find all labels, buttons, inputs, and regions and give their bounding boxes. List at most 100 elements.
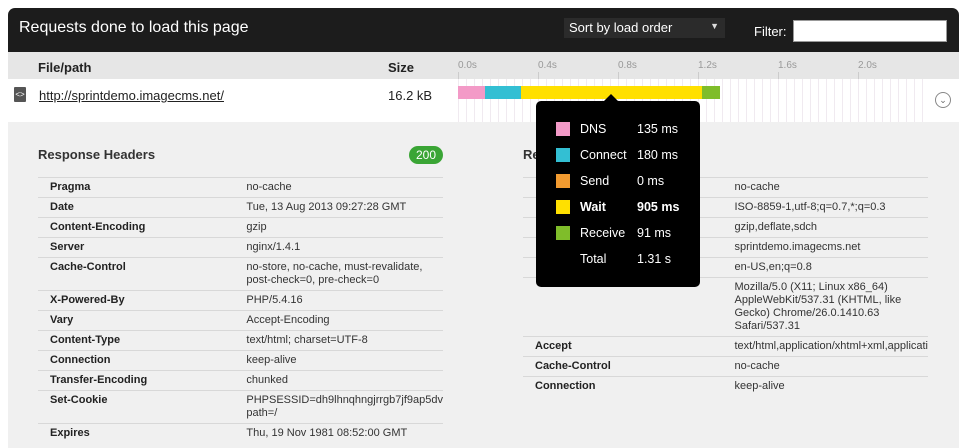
header-value: text/html; charset=UTF-8 — [234, 330, 443, 351]
header-key: Date — [38, 197, 235, 218]
tooltip-value: 0 ms — [637, 174, 665, 188]
expand-chevron-icon[interactable]: ⌄ — [935, 92, 951, 108]
header-value: no-cache — [234, 177, 443, 198]
header-key: Cache-Control — [523, 356, 723, 377]
tooltip-label: Receive — [580, 226, 626, 240]
header-row: Pragma no-cache — [38, 177, 443, 198]
tooltip-value: 1.31 s — [637, 252, 672, 266]
timing-segment-connect — [485, 86, 521, 99]
timing-tooltip: DNS 135 ms Connect 180 ms Send 0 ms Wait 905 ms… — [536, 94, 700, 287]
tick-label: 2.0s — [858, 60, 877, 71]
page-title: Requests done to load this page — [19, 19, 249, 36]
chevron-down-icon: ▼ — [710, 21, 719, 31]
sort-select-label: Sort by load order — [569, 20, 673, 35]
tooltip-row-send: Send 0 ms — [556, 173, 696, 189]
filter-label: Filter: — [754, 24, 787, 39]
header-value: text/html,application/xhtml+xml,applicat… — [722, 336, 928, 357]
tooltip-row-total: Total 1.31 s — [556, 251, 696, 267]
header-key: Cache-Control — [38, 257, 235, 291]
tooltip-row-wait: Wait 905 ms — [556, 199, 696, 215]
header-row: Cache-Control no-store, no-cache, must-re… — [38, 257, 443, 291]
tick-label: 1.2s — [698, 60, 717, 71]
tooltip-label: Connect — [580, 148, 627, 162]
header-row: Set-Cookie PHPSESSID=dh9lhnqhngjrrgb7jf9a… — [38, 390, 443, 424]
tick-label: 0.4s — [538, 60, 557, 71]
tooltip-caret — [604, 94, 618, 101]
tooltip-value: 135 ms — [637, 122, 678, 136]
header-row: X-Powered-By PHP/5.4.16 — [38, 290, 443, 311]
header-row: Content-Encoding gzip — [38, 217, 443, 238]
tick-line — [458, 72, 459, 79]
color-swatch — [556, 122, 570, 136]
header-key: Accept — [523, 336, 723, 357]
column-size[interactable]: Size — [388, 60, 414, 75]
tooltip-row-dns: DNS 135 ms — [556, 121, 696, 137]
header-value: sprintdemo.imagecms.net — [722, 237, 928, 258]
header-value: Thu, 19 Nov 1981 08:52:00 GMT — [234, 423, 443, 443]
tooltip-row-receive: Receive 91 ms — [556, 225, 696, 241]
tick-line — [778, 72, 779, 79]
header-key: Pragma — [38, 177, 235, 198]
column-header: File/path Size 0.0s 0.4s 0.8s 1.2s 1.6s … — [8, 52, 959, 79]
tick-line — [538, 72, 539, 79]
header-value: en-US,en;q=0.8 — [722, 257, 928, 278]
tick-line — [698, 72, 699, 79]
header-key: Content-Type — [38, 330, 235, 351]
tooltip-value: 905 ms — [637, 200, 680, 214]
header-value: nginx/1.4.1 — [234, 237, 443, 258]
color-swatch — [556, 148, 570, 162]
header-key: Set-Cookie — [38, 390, 235, 424]
header-value: no-store, no-cache, must-revalidate, pos… — [234, 257, 443, 291]
header-row: Connection keep-alive — [523, 376, 928, 396]
tick-line — [618, 72, 619, 79]
request-size: 16.2 kB — [388, 88, 433, 103]
header-value: Tue, 13 Aug 2013 09:27:28 GMT — [234, 197, 443, 218]
header-value: no-cache — [722, 177, 928, 198]
header-row: Connection keep-alive — [38, 350, 443, 371]
header-value: PHP/5.4.16 — [234, 290, 443, 311]
header-key: Expires — [38, 423, 235, 443]
header-key: Content-Encoding — [38, 217, 235, 238]
tick-label: 0.0s — [458, 60, 477, 71]
sort-select[interactable]: Sort by load order ▼ — [564, 18, 725, 38]
header-row: Vary Accept-Encoding — [38, 310, 443, 331]
timing-segment-dns — [458, 86, 485, 99]
request-row[interactable]: <> http://sprintdemo.imagecms.net/ 16.2 … — [8, 79, 959, 122]
filter-input[interactable] — [793, 20, 947, 42]
request-url-link[interactable]: http://sprintdemo.imagecms.net/ — [39, 88, 224, 103]
header-value: chunked — [234, 370, 443, 391]
color-swatch — [556, 226, 570, 240]
tooltip-value: 91 ms — [637, 226, 672, 240]
header-value: gzip — [234, 217, 443, 238]
header-value: gzip,deflate,sdch — [722, 217, 928, 238]
header-value: ISO-8859-1,utf-8;q=0.7,*;q=0.3 — [722, 197, 928, 218]
header-key: Connection — [523, 376, 723, 396]
tooltip-label: DNS — [580, 122, 607, 136]
tick-label: 1.6s — [778, 60, 797, 71]
html-file-icon: <> — [14, 87, 26, 102]
header-value: keep-alive — [722, 376, 928, 396]
panel-header: Requests done to load this page Sort by … — [8, 8, 959, 52]
tooltip-label: Total — [580, 252, 607, 266]
tick-label: 0.8s — [618, 60, 637, 71]
response-headers-title: Response Headers — [38, 147, 156, 162]
timing-segment-receive — [702, 86, 721, 99]
details-panel: Response Headers 200 Pragma no-cache Date T… — [8, 122, 959, 448]
column-file[interactable]: File/path — [38, 60, 91, 75]
header-value: Accept-Encoding — [234, 310, 443, 331]
response-headers-table: Pragma no-cache Date Tue, 13 Aug 2013 09:27… — [38, 177, 443, 443]
color-swatch — [556, 174, 570, 188]
header-key: Server — [38, 237, 235, 258]
header-key: Transfer-Encoding — [38, 370, 235, 391]
header-value: keep-alive — [234, 350, 443, 371]
header-row: Server nginx/1.4.1 — [38, 237, 443, 258]
header-row: Content-Type text/html; charset=UTF-8 — [38, 330, 443, 351]
header-row: Accept text/html,application/xhtml+xml,ap… — [523, 336, 928, 357]
header-row: Transfer-Encoding chunked — [38, 370, 443, 391]
header-value: PHPSESSID=dh9lhnqhngjrrgb7jf9ap5dv path=… — [234, 390, 443, 424]
tooltip-row-connect: Connect 180 ms — [556, 147, 696, 163]
header-value: no-cache — [722, 356, 928, 377]
tooltip-label: Wait — [580, 200, 606, 214]
header-key: Connection — [38, 350, 235, 371]
header-row: Cache-Control no-cache — [523, 356, 928, 377]
